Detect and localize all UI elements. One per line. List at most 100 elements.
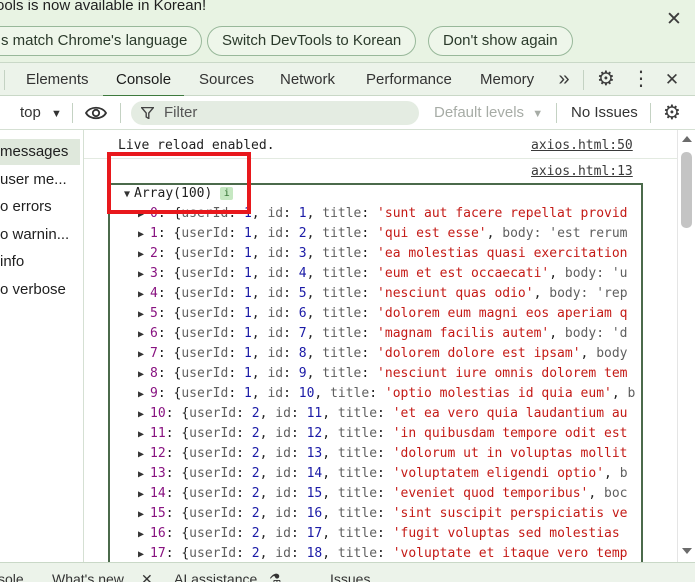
filter-input[interactable]: Filter	[131, 101, 419, 125]
key-label: userId	[181, 226, 229, 241]
punctuation: ,	[322, 546, 338, 561]
issues-counter[interactable]: No Issues	[571, 96, 638, 130]
row-index: 8	[150, 366, 158, 381]
array-item-row[interactable]: ▶ 2: {userId: 1, id: 3, title: 'ea molest…	[138, 244, 628, 264]
id-value: 18	[306, 546, 323, 561]
punctuation: :	[290, 466, 307, 481]
punctuation: ,	[533, 286, 550, 301]
tab-network[interactable]: Network	[280, 63, 335, 97]
tab-performance[interactable]: Performance	[366, 63, 452, 97]
punctuation: : {	[157, 266, 182, 281]
key-label: userId	[181, 346, 229, 361]
punctuation: :	[283, 366, 299, 381]
drawer-tab-console[interactable]: sole	[0, 571, 24, 582]
id-value: 3	[298, 246, 307, 261]
id-value: 10	[298, 386, 315, 401]
punctuation: ,	[251, 286, 268, 301]
array-item-row[interactable]: ▶ 8: {userId: 1, id: 9, title: 'nesciunt …	[138, 364, 628, 384]
punctuation: ,	[306, 226, 323, 241]
body-preview: body: 'rep	[549, 286, 628, 301]
punctuation: ,	[549, 326, 565, 341]
punctuation: :	[361, 246, 378, 261]
punctuation: :	[236, 486, 252, 501]
array-item-row[interactable]: ▶ 1: {userId: 1, id: 2, title: 'qui est e…	[138, 224, 628, 244]
dont-show-again-button[interactable]: Don't show again	[428, 26, 573, 56]
array-item-row[interactable]: ▶ 12: {userId: 2, id: 13, title: 'dolorum…	[138, 444, 628, 464]
close-devtools-icon[interactable]: ✕	[661, 63, 683, 97]
divider	[120, 103, 121, 123]
row-index: 2	[150, 246, 158, 261]
vertical-scrollbar[interactable]	[677, 130, 695, 562]
source-link[interactable]: axios.html:50	[531, 138, 633, 153]
drawer-tab-whats-new[interactable]: What's new	[52, 571, 124, 582]
scroll-down-arrow-icon[interactable]	[682, 548, 692, 554]
punctuation: : {	[165, 426, 190, 441]
eye-icon[interactable]	[84, 103, 108, 123]
array-item-row[interactable]: ▶ 14: {userId: 2, id: 15, title: 'eveniet…	[138, 484, 628, 504]
match-chrome-language-button[interactable]: s match Chrome's language	[0, 26, 203, 56]
key-label: id	[267, 266, 284, 281]
title-value: 'nesciunt iure omnis dolorem tem	[377, 366, 628, 381]
tab-sources[interactable]: Sources	[199, 63, 254, 97]
sidebar-item-errors[interactable]: o errors	[0, 194, 80, 220]
array-item-row[interactable]: ▶ 13: {userId: 2, id: 14, title: 'volupta…	[138, 464, 628, 484]
array-item-row[interactable]: ▶ 4: {userId: 1, id: 5, title: 'nesciunt …	[138, 284, 628, 304]
expanded-array-group: ▼ Array(100) i ▶ 0: {userId: 1, id: 1, titl…	[108, 183, 643, 562]
array-item-row[interactable]: ▶ 17: {userId: 2, id: 18, title: 'volupta…	[138, 544, 628, 562]
close-icon[interactable]: ✕	[662, 8, 686, 32]
sidebar-item-user-messages[interactable]: user me...	[0, 167, 80, 193]
title-value: 'optio molestias id quia eum'	[384, 386, 612, 401]
scroll-up-arrow-icon[interactable]	[682, 136, 692, 142]
log-levels-dropdown[interactable]: Default levels ▼	[434, 96, 543, 130]
body-preview: body	[596, 346, 628, 361]
context-selector[interactable]: top ▼	[20, 96, 62, 130]
tab-memory[interactable]: Memory	[480, 63, 534, 97]
key-label: id	[275, 426, 291, 441]
punctuation: :	[228, 366, 244, 381]
array-item-row[interactable]: ▶ 16: {userId: 2, id: 17, title: 'fugit v…	[138, 524, 620, 544]
close-icon[interactable]: ✕	[141, 571, 153, 582]
tab-elements[interactable]: Elements	[26, 63, 89, 97]
punctuation: :	[228, 226, 244, 241]
array-item-row[interactable]: ▶ 10: {userId: 2, id: 11, title: 'et ea v…	[138, 404, 628, 424]
expand-triangle-icon: ▶	[138, 469, 145, 480]
scroll-thumb[interactable]	[681, 152, 692, 228]
punctuation: :	[236, 466, 252, 481]
tab-console[interactable]: Console	[103, 63, 185, 97]
title-value: 'qui est esse'	[377, 226, 487, 241]
row-index: 5	[150, 306, 158, 321]
divider	[72, 103, 73, 123]
punctuation: ,	[251, 246, 268, 261]
array-item-row[interactable]: ▶ 15: {userId: 2, id: 16, title: 'sint su…	[138, 504, 628, 524]
user-id-value: 2	[251, 466, 260, 481]
source-link[interactable]: axios.html:13	[531, 164, 633, 179]
array-item-row[interactable]: ▶ 6: {userId: 1, id: 7, title: 'magnam fa…	[138, 324, 628, 344]
drawer-tab-issues[interactable]: Issues	[330, 571, 370, 582]
console-settings-gear-icon[interactable]: ⚙	[661, 96, 683, 130]
key-label: userId	[189, 486, 237, 501]
array-item-row[interactable]: ▶ 7: {userId: 1, id: 8, title: 'dolorem d…	[138, 344, 628, 364]
row-index: 17	[150, 546, 166, 561]
more-tabs-icon[interactable]: »	[553, 63, 575, 97]
sidebar-item-messages[interactable]: messages	[0, 139, 80, 165]
array-item-row[interactable]: ▶ 9: {userId: 1, id: 10, title: 'optio mo…	[138, 384, 635, 404]
punctuation: : {	[165, 406, 190, 421]
body-preview: b	[619, 466, 628, 481]
expand-triangle-icon: ▶	[138, 509, 145, 520]
user-id-value: 2	[251, 406, 260, 421]
drawer-tab-ai-assistance[interactable]: AI assistance	[174, 571, 257, 582]
key-label: id	[267, 386, 284, 401]
expand-triangle-icon: ▶	[138, 249, 145, 260]
more-options-icon[interactable]: ⋮	[630, 63, 652, 97]
key-label: userId	[181, 266, 229, 281]
switch-to-korean-button[interactable]: Switch DevTools to Korean	[207, 26, 417, 56]
sidebar-item-warnings[interactable]: o warnin...	[0, 222, 80, 248]
punctuation: :	[290, 426, 307, 441]
array-item-row[interactable]: ▶ 5: {userId: 1, id: 6, title: 'dolorem e…	[138, 304, 628, 324]
sidebar-item-info[interactable]: info	[0, 249, 80, 275]
sidebar-item-verbose[interactable]: o verbose	[0, 277, 80, 303]
settings-gear-icon[interactable]: ⚙	[595, 63, 617, 97]
array-item-row[interactable]: ▶ 11: {userId: 2, id: 12, title: 'in quib…	[138, 424, 628, 444]
log-message: Live reload enabled.	[118, 138, 275, 153]
array-item-row[interactable]: ▶ 3: {userId: 1, id: 4, title: 'eum et es…	[138, 264, 628, 284]
